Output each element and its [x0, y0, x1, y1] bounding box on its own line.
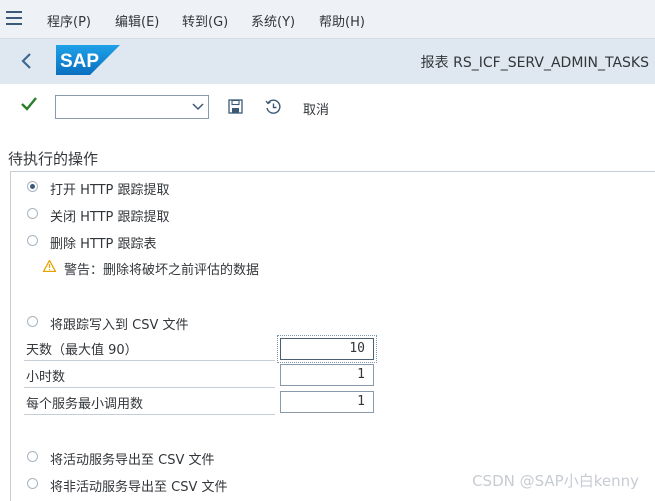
radio-label: 打开 HTTP 跟踪提取	[50, 183, 170, 198]
back-icon[interactable]	[20, 51, 38, 71]
save-icon[interactable]	[228, 99, 243, 114]
radio-button[interactable]	[27, 316, 38, 327]
radio-button[interactable]	[27, 478, 38, 489]
radio-button[interactable]	[27, 208, 38, 219]
menu-item-help[interactable]: 帮助(H)	[319, 11, 365, 30]
menu-item-edit[interactable]: 编辑(E)	[115, 11, 159, 30]
radio-label: 将非活动服务导出至 CSV 文件	[50, 480, 228, 495]
radio-label: 删除 HTTP 跟踪表	[50, 237, 157, 252]
history-clock-icon[interactable]	[265, 99, 281, 115]
menu-item-program[interactable]: 程序(P)	[47, 11, 91, 30]
min-calls-input[interactable]: 1	[280, 391, 374, 413]
menu-bar: 程序(P) 编辑(E) 转到(G) 系统(Y) 帮助(H)	[0, 0, 655, 39]
radio-label: 将跟踪写入到 CSV 文件	[50, 318, 189, 333]
menu-item-system[interactable]: 系统(Y)	[251, 11, 295, 30]
execute-check-icon[interactable]	[20, 96, 38, 112]
chevron-down-icon	[192, 100, 204, 111]
menu-item-goto[interactable]: 转到(G)	[182, 11, 228, 30]
cancel-button[interactable]: 取消	[303, 99, 329, 118]
field-row-hours: 小时数	[24, 363, 275, 388]
hamburger-menu-icon[interactable]	[6, 11, 22, 25]
radio-button[interactable]	[27, 235, 38, 246]
field-label-min-calls: 每个服务最小调用数	[26, 397, 144, 412]
radio-button-checked[interactable]	[27, 181, 38, 192]
warning-icon	[42, 259, 57, 273]
sap-logo: SAP	[56, 45, 120, 75]
radio-label: 将活动服务导出至 CSV 文件	[50, 453, 215, 468]
variant-dropdown[interactable]	[55, 95, 209, 119]
watermark: CSDN @SAP小白kenny	[472, 472, 639, 490]
report-title: 报表 RS_ICF_SERV_ADMIN_TASKS	[420, 55, 649, 71]
days-input[interactable]: 10	[277, 335, 377, 363]
field-label-hours: 小时数	[26, 370, 66, 385]
hours-input[interactable]: 1	[280, 364, 374, 386]
warning-text: 警告：删除将破坏之前评估的数据	[64, 263, 260, 278]
radio-label: 关闭 HTTP 跟踪提取	[50, 210, 170, 225]
section-title: 待执行的操作	[8, 150, 99, 168]
field-row-days: 天数（最大值 90）	[24, 336, 275, 361]
field-label-days: 天数（最大值 90）	[26, 343, 138, 358]
radio-button[interactable]	[27, 451, 38, 462]
field-row-min-calls: 每个服务最小调用数	[24, 390, 275, 415]
sap-logo-text: SAP	[60, 51, 99, 72]
